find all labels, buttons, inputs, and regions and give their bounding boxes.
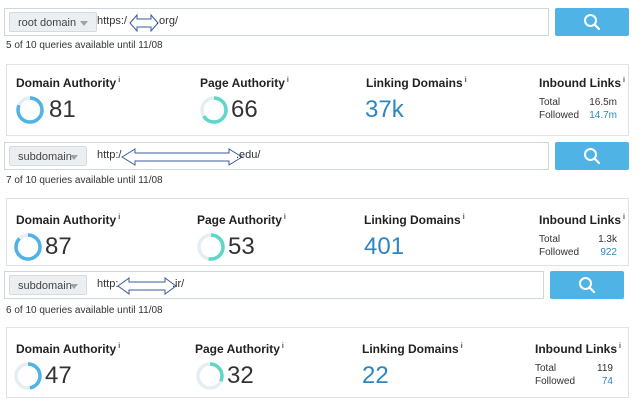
url-suffix: .edu/ bbox=[236, 149, 261, 161]
domain-authority-title: Domain Authority i bbox=[16, 213, 121, 227]
info-icon: i bbox=[462, 214, 465, 221]
inbound-total-value: 119 bbox=[597, 363, 613, 374]
inbound-followed-label: Followed bbox=[535, 376, 576, 387]
domain-type-select-2[interactable]: subdomain bbox=[9, 146, 87, 166]
ring-progress bbox=[14, 233, 42, 261]
domain-authority-ring bbox=[14, 233, 42, 261]
page-authority-value: 32 bbox=[227, 362, 254, 389]
page-authority-ring bbox=[200, 96, 228, 124]
domain-type-label: subdomain bbox=[18, 151, 72, 163]
info-icon: i bbox=[118, 343, 121, 350]
search-row-3: subdomain http: .ir/ bbox=[0, 0, 640, 299]
metrics-card-1: Domain Authority i 81 Page Authority i 66 … bbox=[6, 64, 629, 136]
metrics-card-3: Domain Authority i 47 Page Authority i 32 … bbox=[6, 327, 629, 398]
info-icon: i bbox=[281, 343, 284, 350]
search-icon bbox=[584, 148, 601, 165]
inbound-followed-label: Followed bbox=[539, 110, 580, 121]
metrics-card-2: Domain Authority i 87 Page Authority i 53 … bbox=[6, 198, 629, 266]
linking-domains-title: Linking Domains i bbox=[366, 76, 467, 90]
info-icon: i bbox=[118, 77, 121, 84]
inbound-links-title: Inbound Links i bbox=[539, 213, 625, 227]
domain-authority-ring bbox=[14, 362, 42, 390]
inbound-total-value: 1.3k bbox=[598, 234, 617, 245]
url-input-3[interactable]: subdomain http: .ir/ bbox=[4, 271, 544, 299]
page-authority-title: Page Authority i bbox=[197, 213, 286, 227]
inbound-followed-value: 14.7m bbox=[589, 110, 617, 121]
domain-authority-title: Domain Authority i bbox=[16, 76, 121, 90]
info-icon: i bbox=[623, 77, 625, 84]
search-icon bbox=[579, 277, 596, 294]
domain-type-select-3[interactable]: subdomain bbox=[9, 275, 87, 295]
url-prefix: http: bbox=[97, 278, 119, 290]
inbound-total-label: Total bbox=[539, 234, 561, 245]
domain-authority-value: 47 bbox=[45, 362, 72, 389]
inbound-links-title: Inbound Links i bbox=[539, 76, 625, 90]
url-input-2[interactable]: subdomain http:/ .edu/ bbox=[4, 142, 549, 170]
inbound-followed-value: 922 bbox=[600, 247, 617, 258]
domain-authority-title: Domain Authority i bbox=[16, 342, 121, 356]
inbound-total-label: Total bbox=[535, 363, 557, 374]
chevron-down-icon bbox=[70, 155, 78, 160]
inbound-followed-value: 74 bbox=[601, 376, 613, 387]
linking-domains-title: Linking Domains i bbox=[362, 342, 463, 356]
search-button-3[interactable] bbox=[550, 271, 624, 299]
page-authority-value: 53 bbox=[228, 233, 255, 260]
domain-authority-value: 87 bbox=[45, 233, 72, 260]
domain-type-label: subdomain bbox=[18, 280, 72, 292]
linking-domains-value: 22 bbox=[362, 362, 389, 389]
quota-text-1: 5 of 10 queries available until 11/08 bbox=[6, 40, 163, 51]
info-icon: i bbox=[283, 214, 286, 221]
url-prefix: http:/ bbox=[97, 149, 122, 161]
page-authority-title: Page Authority i bbox=[195, 342, 284, 356]
domain-authority-value: 81 bbox=[49, 96, 76, 123]
quota-text-2: 7 of 10 queries available until 11/08 bbox=[6, 175, 163, 186]
inbound-links-title: Inbound Links i bbox=[535, 342, 621, 356]
info-icon: i bbox=[464, 77, 467, 84]
page-authority-value: 66 bbox=[231, 96, 258, 123]
info-icon: i bbox=[460, 343, 463, 350]
redaction-arrow bbox=[117, 277, 177, 295]
info-icon: i bbox=[619, 343, 621, 350]
page-authority-ring bbox=[196, 362, 224, 390]
domain-authority-ring bbox=[16, 96, 44, 124]
info-icon: i bbox=[286, 77, 289, 84]
info-icon: i bbox=[118, 214, 121, 221]
linking-domains-title: Linking Domains i bbox=[364, 213, 465, 227]
page-authority-ring bbox=[197, 233, 225, 261]
inbound-total-label: Total bbox=[539, 97, 561, 108]
search-button-2[interactable] bbox=[555, 142, 629, 170]
page-authority-title: Page Authority i bbox=[200, 76, 289, 90]
inbound-followed-label: Followed bbox=[539, 247, 580, 258]
linking-domains-value: 37k bbox=[365, 96, 404, 123]
chevron-down-icon bbox=[70, 284, 78, 289]
redaction-arrow bbox=[121, 148, 243, 166]
quota-text-3: 6 of 10 queries available until 11/08 bbox=[6, 305, 163, 316]
info-icon: i bbox=[623, 214, 625, 221]
inbound-total-value: 16.5m bbox=[589, 97, 617, 108]
linking-domains-value: 401 bbox=[364, 233, 405, 260]
url-suffix: .ir/ bbox=[172, 278, 185, 290]
